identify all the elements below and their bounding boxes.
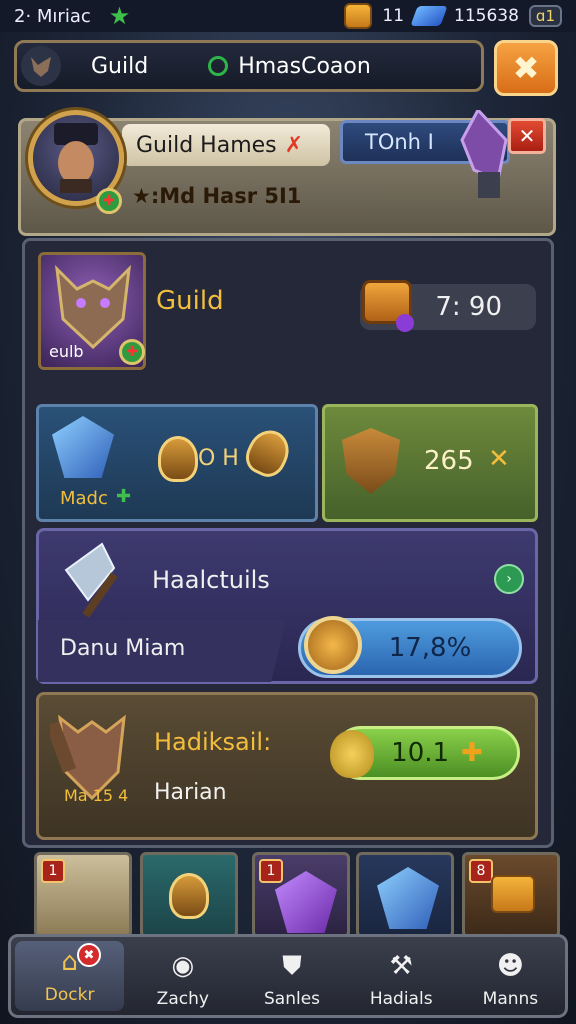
skill-sub-text: Danu Miam [60,636,186,661]
item-slot[interactable] [140,852,238,938]
nav-zachy[interactable]: ◉ Zachy [128,937,237,1015]
coin-icon [304,616,362,674]
user-icon: ☻ [496,951,524,981]
level-badge-icon: ✚ [96,188,122,214]
blue-gem-icon [377,867,439,929]
item-slot[interactable] [356,852,454,938]
axe-icon: ⚒ [389,951,413,981]
hero-portrait-icon [54,123,98,193]
nav-manns[interactable]: ☻ Manns [456,937,565,1015]
gold-item-icon [169,873,209,919]
nav-label: Sanles [263,989,321,1009]
slot-number: 1 [41,859,65,883]
wolf-avatar-icon [31,57,51,77]
gold-count: 11 [382,6,405,26]
guild-emblem-card[interactable]: eulb ✚ [38,252,146,370]
item-slot[interactable]: 8 [462,852,560,938]
equipment-value: O H [198,446,239,471]
nav-label: Manns [482,989,539,1009]
emblem-label: eulb [49,342,84,361]
purple-crystal-icon [275,871,337,933]
tab-guild-hames[interactable]: Guild Hames ✗ [122,124,330,166]
back-button[interactable] [21,46,61,86]
hero-sub: Harian [154,780,227,805]
nav-hadials[interactable]: ⚒ Hadials [347,937,456,1015]
currency-box[interactable]: ɑ1 [528,5,562,27]
item-slot[interactable]: 1 [252,852,350,938]
bottom-nav: ✖ ⌂ Dockr ◉ Zachy ⛊ Sanles ⚒ Hadials ☻ M… [8,934,568,1018]
gold-icon [344,3,373,29]
nav-sanles[interactable]: ⛊ Sanles [237,937,346,1015]
slot-number: 1 [259,859,283,883]
nav-label: Dockr [44,985,95,1005]
slot-number: 8 [469,859,493,883]
star-close-icon: ✖ [512,49,540,87]
close-button[interactable]: ✖ [494,40,558,96]
defense-value: 265 [424,446,474,476]
alert-icon: ✖ [77,943,101,967]
item-slot[interactable]: 1 [34,852,132,938]
hero-portrait-label: Ma 15 4 [64,786,129,805]
status-bar: 2· Mıriac ★ 11 115638 ɑ1 [0,0,576,32]
progress-percent: 17,8% [388,633,472,663]
gems-count: 115638 [454,6,519,26]
status-left-text: 2· Mıriac [14,5,91,27]
shield-icon: ⛊ [282,950,302,981]
emblem-badge-icon: ✚ [119,339,145,365]
equipment-label: Madc [60,488,108,509]
hero-title: Hadiksail: [154,728,272,756]
status-ring-icon [208,56,229,76]
cross-icon: ✕ [488,444,510,474]
skill-title: Haalctuils [152,566,270,594]
plus-icon: ✚ [116,486,132,507]
ball-icon: ◉ [171,951,195,981]
star-icon: ★ [108,2,131,30]
header-bar: Guild HmasCoaon [14,40,484,92]
amulet-icon [158,436,198,482]
nav-home[interactable]: ✖ ⌂ Dockr [15,941,125,1011]
nav-label: Zachy [156,989,209,1009]
hero-value: 10.1 [391,738,450,768]
guild-name: HmasCoaon [238,53,371,79]
tab-label: Guild Hames [136,132,277,158]
x-icon: ✗ [284,132,304,158]
potion-icon [330,730,374,778]
nav-label: Hadials [369,989,433,1009]
gem-icon [410,6,448,26]
chest-item-icon [491,875,535,913]
orb-icon [396,314,414,332]
timer-value: 7: 90 [435,292,502,322]
tab-label: TOnh I [365,130,434,154]
wolf-emblem-icon [54,264,132,349]
header-title: Guild [91,53,149,79]
axe-icon [64,542,118,618]
guild-title: Guild [156,286,224,316]
banner-subtitle: ★:Md Hasr 5I1 [132,184,302,208]
plus-icon: ✚ [461,738,483,768]
info-icon[interactable]: › [494,564,524,594]
